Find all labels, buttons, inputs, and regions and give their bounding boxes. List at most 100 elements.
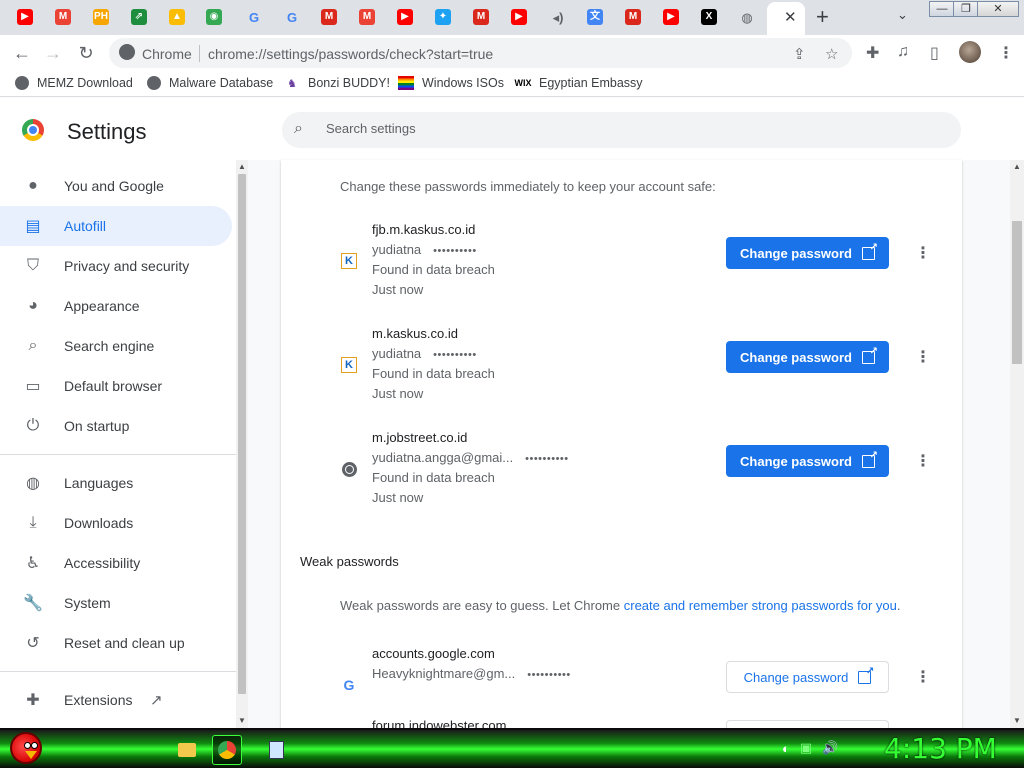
browser-tab[interactable]: ▶ xyxy=(508,7,530,27)
bookmark-label: Malware Database xyxy=(169,76,274,90)
browser-tab[interactable]: M xyxy=(52,7,74,27)
sidebar-item-privacy[interactable]: ⛉ Privacy and security xyxy=(0,246,232,286)
taskbar-chrome[interactable] xyxy=(212,735,242,765)
profile-avatar[interactable] xyxy=(959,41,981,63)
x-icon: X xyxy=(701,9,717,25)
browser-tab[interactable]: ◂) xyxy=(547,7,569,27)
palette-icon: ◕ xyxy=(28,297,38,314)
active-tab[interactable]: ✕ xyxy=(767,2,805,35)
side-panel-icon[interactable]: ▯ xyxy=(930,43,939,63)
close-window-button[interactable]: ✕ xyxy=(977,1,1019,17)
scroll-down-arrow-icon[interactable]: ▼ xyxy=(1013,716,1021,725)
back-button[interactable]: ← xyxy=(9,40,35,66)
sidebar-item-extensions[interactable]: ✚ Extensions ↗ xyxy=(0,680,232,720)
bookmark-label: Egyptian Embassy xyxy=(539,76,643,90)
browser-tab[interactable]: ⇗ xyxy=(128,7,150,27)
change-password-button[interactable]: Change password xyxy=(726,661,889,693)
browser-tab[interactable]: G xyxy=(243,7,265,27)
compromised-password-row: m.jobstreet.co.id yudiatna.angga@gmai...… xyxy=(281,430,962,514)
settings-search[interactable]: ⌕ xyxy=(282,112,961,148)
gmail-icon: M xyxy=(55,9,71,25)
sidebar-item-downloads[interactable]: ⤓ Downloads xyxy=(0,503,232,543)
bookmark-item[interactable]: Malware Database xyxy=(147,76,273,90)
minimize-button[interactable]: — xyxy=(929,1,955,17)
browser-tab[interactable]: X xyxy=(698,7,720,27)
more-actions-icon[interactable]: ⋮ xyxy=(915,666,931,690)
bookmark-item[interactable]: WIX Egyptian Embassy xyxy=(515,76,643,90)
taskbar-notepad[interactable] xyxy=(261,735,291,765)
browser-tab[interactable]: ▶ xyxy=(14,7,36,27)
browser-tab[interactable]: 文 xyxy=(584,7,606,27)
more-actions-icon[interactable]: ⋮ xyxy=(915,242,931,266)
change-password-button[interactable]: Change password xyxy=(726,237,889,269)
page-scrollbar[interactable]: ▲ ▼ xyxy=(1010,160,1024,728)
sidebar-item-you-and-google[interactable]: ● You and Google xyxy=(0,166,232,206)
globe-icon xyxy=(147,76,161,90)
sidebar-item-system[interactable]: 🔧 System xyxy=(0,583,232,623)
browser-tab[interactable]: ▲ xyxy=(166,7,188,27)
sidebar-item-default-browser[interactable]: ▭ Default browser xyxy=(0,366,232,406)
browser-tab[interactable]: ▶ xyxy=(660,7,682,27)
browser-tab[interactable]: M xyxy=(318,7,340,27)
open-in-new-icon xyxy=(861,450,878,468)
reload-button[interactable]: ↻ xyxy=(73,40,99,66)
globe-icon xyxy=(340,460,358,478)
forward-button[interactable]: → xyxy=(40,40,66,66)
new-tab-button[interactable]: + xyxy=(816,4,829,30)
sidebar-item-autofill[interactable]: ▤ Autofill xyxy=(0,206,232,246)
more-actions-icon[interactable]: ⋮ xyxy=(915,450,931,474)
browser-tab[interactable]: ◍ xyxy=(736,7,758,27)
sidebar-scroll-thumb[interactable] xyxy=(238,174,246,694)
scroll-down-arrow-icon[interactable]: ▼ xyxy=(238,716,246,725)
browser-tab[interactable]: ✦ xyxy=(432,7,454,27)
tray-app-icon[interactable]: ◐ xyxy=(782,741,790,756)
media-icon[interactable]: ♫ xyxy=(897,43,909,61)
sidebar-item-accessibility[interactable]: ♿ Accessibility xyxy=(0,543,232,583)
chrome-menu-icon[interactable]: ⋮ xyxy=(998,43,1014,63)
change-password-button[interactable] xyxy=(726,720,889,728)
browser-tab[interactable]: PH xyxy=(90,7,112,27)
tab-search-button[interactable]: ⌄ xyxy=(897,7,908,23)
sidebar-item-reset[interactable]: ↺ Reset and clean up xyxy=(0,623,232,663)
network-icon[interactable]: ▣ xyxy=(800,740,812,756)
password-check-card: Change these passwords immediately to ke… xyxy=(281,160,962,728)
sidebar-item-search-engine[interactable]: ⌕ Search engine xyxy=(0,326,232,366)
change-password-button[interactable]: Change password xyxy=(726,341,889,373)
browser-tab[interactable]: M xyxy=(356,7,378,27)
browser-tab[interactable]: M xyxy=(470,7,492,27)
browser-tab[interactable]: M xyxy=(622,7,644,27)
taskbar-clock[interactable]: 4:13 PM xyxy=(884,732,997,765)
sidebar-item-languages[interactable]: ◍ Languages xyxy=(0,463,232,503)
close-tab-icon[interactable]: ✕ xyxy=(784,8,797,26)
sidebar-item-appearance[interactable]: ◕ Appearance xyxy=(0,286,232,326)
strong-passwords-link[interactable]: create and remember strong passwords for… xyxy=(624,598,897,613)
browser-tab[interactable]: ▶ xyxy=(394,7,416,27)
scroll-up-arrow-icon[interactable]: ▲ xyxy=(1013,162,1021,171)
share-icon[interactable]: ⇪ xyxy=(793,45,806,63)
breach-status: Found in data breach xyxy=(372,262,495,277)
volume-icon[interactable]: 🔊 xyxy=(822,740,838,756)
url-text[interactable]: chrome://settings/passwords/check?start=… xyxy=(208,46,493,62)
compromised-password-row: K m.kaskus.co.id yudiatna •••••••••• Foun… xyxy=(281,326,962,410)
more-actions-icon[interactable]: ⋮ xyxy=(915,346,931,370)
browser-tab[interactable]: G xyxy=(281,7,303,27)
breach-status: Found in data breach xyxy=(372,366,495,381)
clipboard-icon: ▤ xyxy=(25,218,41,235)
taskbar-folder[interactable] xyxy=(172,735,202,765)
bookmark-item[interactable]: ♞ Bonzi BUDDY! xyxy=(284,76,390,90)
sidebar-scrollbar[interactable]: ▲ ▼ xyxy=(236,160,248,728)
bookmark-item[interactable]: MEMZ Download xyxy=(15,76,133,90)
sidebar-item-on-startup[interactable]: ⏻ On startup xyxy=(0,406,232,446)
address-bar[interactable]: Chrome chrome://settings/passwords/check… xyxy=(109,38,852,68)
bookmark-star-icon[interactable]: ☆ xyxy=(825,45,838,63)
extensions-icon[interactable]: ✚ xyxy=(866,43,879,63)
browser-tab[interactable]: ◉ xyxy=(203,7,225,27)
bookmark-item[interactable]: Windows ISOs xyxy=(398,76,504,90)
chrome-icon xyxy=(218,741,236,759)
change-password-button[interactable]: Change password xyxy=(726,445,889,477)
maximize-button[interactable]: ❐ xyxy=(953,1,979,17)
scroll-up-arrow-icon[interactable]: ▲ xyxy=(238,162,246,171)
start-button[interactable] xyxy=(4,728,48,768)
search-input[interactable] xyxy=(326,121,926,136)
page-scroll-thumb[interactable] xyxy=(1012,221,1022,364)
